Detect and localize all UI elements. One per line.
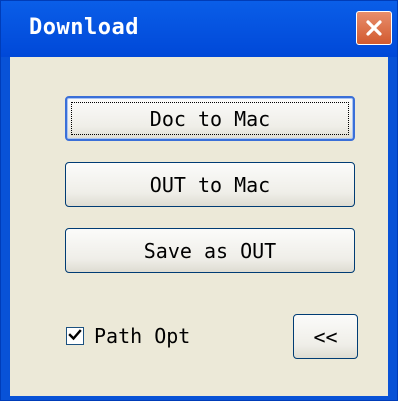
checkmark-icon [68,327,82,346]
save-as-out-label: Save as OUT [143,238,277,263]
collapse-button[interactable]: << [293,314,358,359]
collapse-label: << [313,324,338,349]
doc-to-mac-button[interactable]: Doc to Mac [65,96,355,141]
window-title: Download [29,15,139,40]
close-icon [364,18,384,38]
dialog-body: Doc to Mac OUT to Mac Save as OUT Path O… [10,57,388,396]
doc-to-mac-label: Doc to Mac [149,106,271,131]
download-dialog: Download Doc to Mac OUT to Mac Save as O… [0,0,398,401]
path-opt-checkbox-row[interactable]: Path Opt [66,321,190,351]
close-button[interactable] [356,11,392,45]
path-opt-checkbox[interactable] [66,327,84,345]
save-as-out-button[interactable]: Save as OUT [65,228,355,273]
out-to-mac-label: OUT to Mac [149,172,271,197]
title-bar[interactable]: Download [1,1,397,57]
path-opt-label: Path Opt [94,324,191,348]
out-to-mac-button[interactable]: OUT to Mac [65,162,355,207]
